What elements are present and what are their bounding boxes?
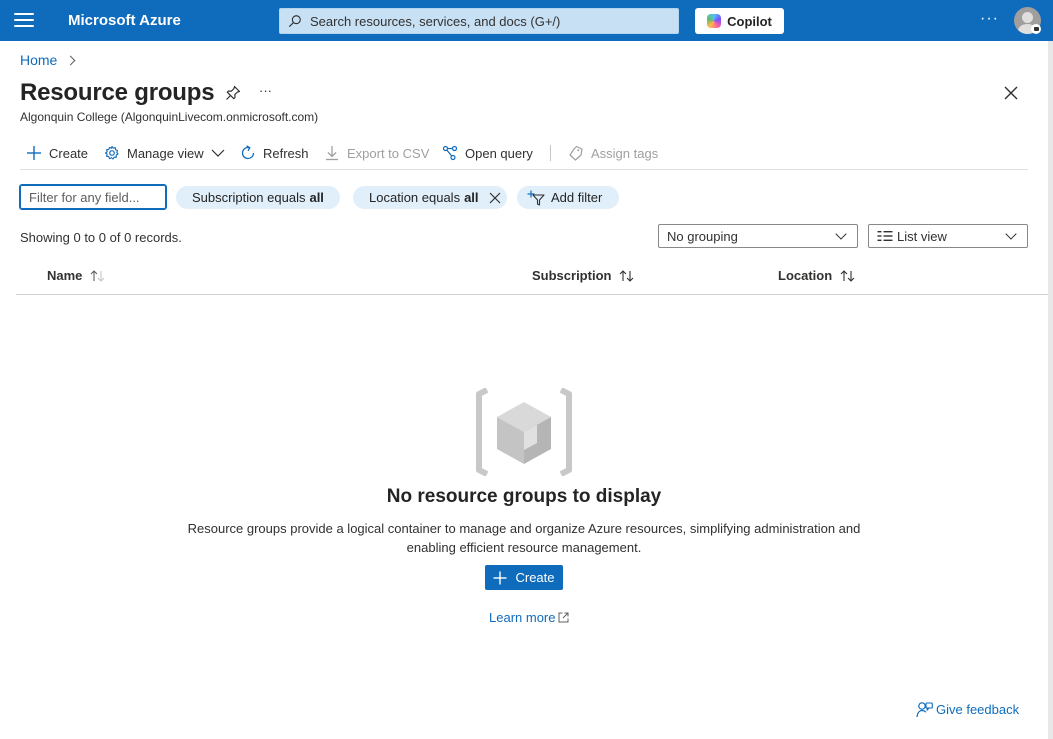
window-edge [1048,41,1053,739]
export-csv-button[interactable]: Export to CSV [324,143,429,163]
breadcrumb: Home [20,52,76,68]
copilot-label: Copilot [727,13,772,29]
assign-tags-label: Assign tags [591,145,659,161]
external-link-icon [558,612,569,623]
column-header-label: Location [778,268,833,283]
give-feedback-link[interactable]: Give feedback [916,701,1019,718]
query-icon [442,145,458,161]
empty-state-title: No resource groups to display [386,486,662,507]
subscription-filter-pill[interactable]: Subscription equals all [176,186,340,209]
give-feedback-label: Give feedback [936,702,1020,717]
chevron-down-icon [211,149,225,157]
list-view-icon [877,231,893,241]
sort-icon [91,269,105,282]
refresh-button[interactable]: Refresh [240,143,309,163]
column-header-label: Subscription [532,268,612,283]
open-query-button[interactable]: Open query [442,143,533,163]
column-header-label: Name [47,268,83,283]
view-selected-value: List view [897,228,947,244]
grouping-select[interactable]: No grouping [658,224,858,248]
title-more-icon[interactable]: ··· [259,83,272,98]
copilot-icon [707,14,722,28]
close-icon[interactable] [1003,85,1019,101]
filter-input[interactable] [19,184,167,210]
plus-icon [27,146,41,160]
remove-filter-icon[interactable] [489,192,501,204]
sort-icon [840,269,855,282]
tag-icon [569,145,583,161]
pin-icon[interactable] [225,85,241,101]
refresh-label: Refresh [263,145,309,161]
add-filter-label: Add filter [551,190,603,205]
menu-icon[interactable] [14,13,34,29]
chevron-right-icon [65,55,76,65]
subscription-filter-label: Subscription equals [192,190,306,205]
empty-state-description: Resource groups provide a logical contai… [187,521,861,555]
page-title: Resource groups [20,79,215,106]
sort-icon [620,269,634,282]
add-filter-icon [527,190,545,206]
gear-icon [104,145,119,160]
resource-group-icon [476,388,572,476]
open-query-label: Open query [465,145,533,161]
grouping-selected-value: No grouping [667,228,738,244]
directory-subtitle: Algonquin College (AlgonquinLivecom.onmi… [20,110,319,124]
location-filter-value: all [464,190,479,205]
top-bar: Microsoft Azure Copilot ··· [0,0,1053,41]
toolbar-divider [550,145,551,161]
create-button[interactable]: Create [26,143,88,163]
plus-icon [493,571,507,584]
chevron-down-icon [1005,228,1017,240]
column-header-name[interactable]: Name [47,268,107,283]
add-filter-button[interactable]: Add filter [517,186,620,209]
command-bar: Create Manage view Refresh Export to CSV… [20,140,1028,170]
column-header-subscription[interactable]: Subscription [532,268,636,283]
view-select[interactable]: List view [868,224,1028,248]
search-icon [288,15,301,28]
location-filter-pill[interactable]: Location equals all [353,186,507,209]
refresh-icon [241,145,255,160]
feedback-icon [916,702,933,718]
more-icon[interactable]: ··· [980,10,999,28]
chevron-down-icon [835,228,847,240]
learn-more-link[interactable]: Learn more [489,610,569,625]
location-filter-label: Location equals [369,190,461,205]
download-icon [326,146,338,161]
learn-more-label: Learn more [489,610,556,625]
lock-icon [1031,24,1041,34]
assign-tags-button[interactable]: Assign tags [568,143,658,163]
subscription-filter-value: all [309,190,324,205]
search-input[interactable] [310,13,670,29]
create-resource-group-label: Create [515,570,555,585]
copilot-button[interactable]: Copilot [695,8,784,34]
create-resource-group-button[interactable]: Create [485,565,563,590]
create-label: Create [49,145,89,161]
brand-title[interactable]: Microsoft Azure [68,12,181,29]
manage-view-label: Manage view [127,145,204,161]
global-search[interactable] [279,8,679,34]
column-header-location[interactable]: Location [778,268,857,283]
breadcrumb-home[interactable]: Home [20,52,57,68]
records-count: Showing 0 to 0 of 0 records. [20,230,182,245]
manage-view-button[interactable]: Manage view [104,143,226,163]
table-header: Name Subscription Location [16,262,1048,295]
export-csv-label: Export to CSV [347,145,430,161]
